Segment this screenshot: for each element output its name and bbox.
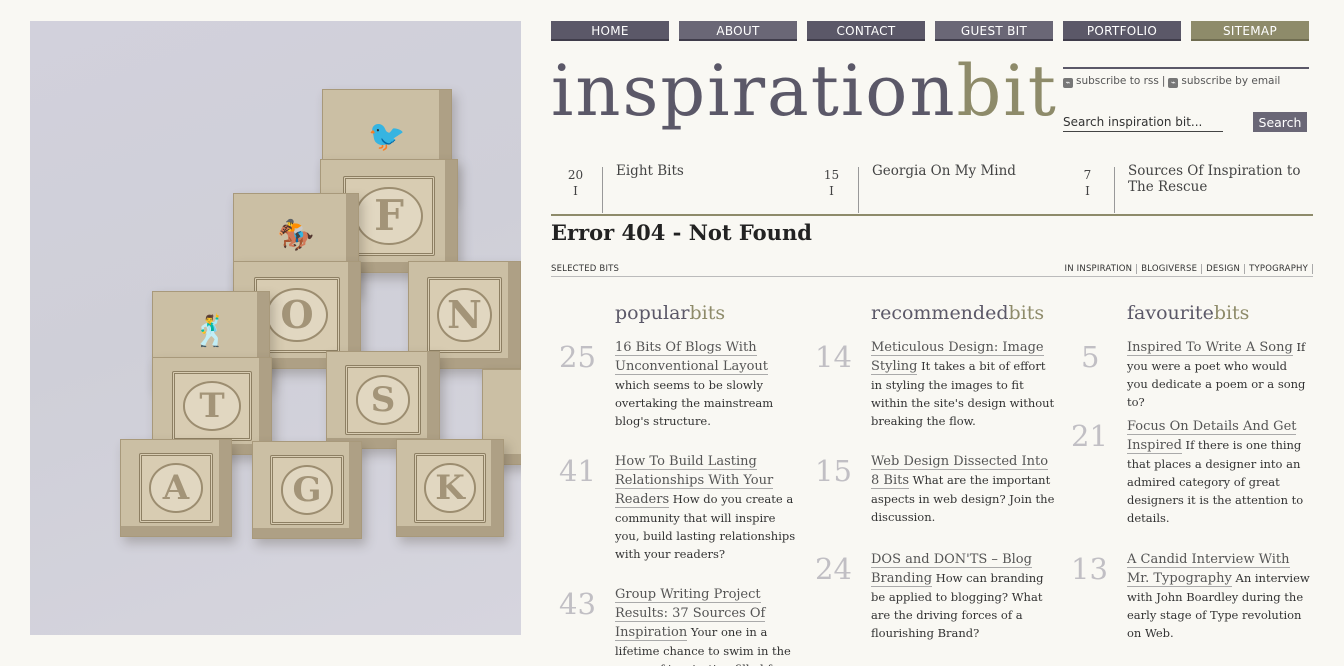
nav-about[interactable]: ABOUT [679, 21, 797, 41]
block-letter: K [424, 463, 476, 513]
selected-bits-bar: SELECTED BITS IN INSPIRATION BLOGIVERSE DE… [551, 262, 1313, 277]
featured-title[interactable]: Eight Bits [616, 163, 796, 179]
item-body: 16 Bits Of Blogs With Unconventional Lay… [615, 338, 799, 430]
item-link[interactable]: 16 Bits Of Blogs With Unconventional Lay… [615, 340, 768, 375]
category-link[interactable]: BLOGIVERSE [1137, 264, 1203, 274]
featured-date: 15 I [807, 167, 859, 213]
category-links: IN INSPIRATION BLOGIVERSE DESIGN TYPOGRAPHY [1064, 264, 1313, 274]
date-month: I [829, 184, 834, 198]
category-link[interactable]: TYPOGRAPHY [1245, 264, 1313, 274]
comment-count: 43 [559, 587, 596, 621]
item-body: A Candid Interview With Mr. Typography A… [1127, 550, 1311, 642]
search-button[interactable]: Search [1253, 112, 1307, 132]
comment-count: 21 [1071, 419, 1108, 453]
block-letter: T [183, 381, 241, 431]
hero-photo: 🐦 F 🏇 O N 🕺 T S A G K [30, 21, 521, 635]
selected-bits-label: SELECTED BITS [551, 264, 620, 274]
man-illustration-icon: 🕺 [192, 314, 230, 350]
nav-sitemap[interactable]: SITEMAP [1191, 21, 1309, 41]
featured-date: 20 I [551, 167, 603, 213]
block-letter: A [149, 463, 203, 513]
date-day: 7 [1083, 168, 1092, 182]
subscribe-bar: ⌁ subscribe to rss | ⌁ subscribe by email [1063, 67, 1309, 88]
photo-block-k: K [396, 439, 504, 537]
featured-title[interactable]: Georgia On My Mind [872, 163, 1052, 179]
comment-count: 13 [1071, 552, 1108, 586]
item-body: Focus On Details And Get Inspired If the… [1127, 417, 1311, 527]
comment-count: 41 [559, 454, 596, 488]
item-link[interactable]: Inspired To Write A Song [1127, 340, 1293, 356]
item-body: Web Design Dissected Into 8 Bits What ar… [871, 452, 1055, 526]
comment-count: 5 [1081, 340, 1100, 374]
subscribe-rss-link[interactable]: subscribe to rss [1076, 75, 1159, 87]
column-title: popularbits [615, 302, 726, 324]
rss-icon: ⌁ [1063, 78, 1073, 88]
subscribe-email-link[interactable]: subscribe by email [1181, 75, 1280, 87]
comment-count: 14 [815, 340, 852, 374]
item-body: How To Build Lasting Relationships With … [615, 452, 799, 563]
logo-main: inspiration [551, 50, 957, 132]
item-body: Meticulous Design: Image Styling It take… [871, 338, 1055, 430]
featured-date: 7I [1063, 167, 1115, 213]
comment-count: 25 [559, 340, 596, 374]
column-title: favouritebits [1127, 302, 1250, 324]
date-month: I [1085, 184, 1090, 198]
photo-block-s: S [326, 351, 440, 449]
featured-posts: 20 I Eight Bits 15 I Georgia On My Mind 7I… [551, 160, 1313, 216]
featured-item[interactable]: 7I Sources Of Inspiration to The Rescue [1063, 160, 1313, 213]
featured-title[interactable]: Sources Of Inspiration to The Rescue [1128, 163, 1308, 195]
category-link[interactable]: IN INSPIRATION [1064, 264, 1138, 274]
logo-accent: bit [956, 50, 1058, 132]
nav-guest-bit[interactable]: GUEST BIT [935, 21, 1053, 41]
item-body: Inspired To Write A Song If you were a p… [1127, 338, 1311, 411]
nav-home[interactable]: HOME [551, 21, 669, 41]
block-letter: S [355, 375, 411, 425]
nav-contact[interactable]: CONTACT [807, 21, 925, 41]
main-nav: HOME ABOUT CONTACT GUEST BIT PORTFOLIO S… [551, 21, 1309, 41]
category-link[interactable]: DESIGN [1202, 264, 1246, 274]
date-day: 20 [567, 168, 584, 182]
email-icon: ⌁ [1168, 78, 1179, 88]
block-letter: F [355, 186, 423, 246]
date-month: I [573, 184, 578, 198]
search-input[interactable] [1063, 112, 1223, 132]
block-letter: N [437, 287, 492, 343]
item-body: DOS and DON'TS – Blog Branding How can b… [871, 550, 1055, 642]
comment-count: 15 [815, 454, 852, 488]
block-letter: O [265, 287, 329, 343]
site-logo[interactable]: inspirationbit [551, 56, 1058, 126]
photo-block-a: A [120, 439, 232, 537]
featured-item[interactable]: 20 I Eight Bits [551, 160, 801, 213]
column-title: recommendedbits [871, 302, 1045, 324]
comment-count: 24 [815, 552, 852, 586]
block-letter: G [280, 465, 334, 515]
search-form: Search [1063, 112, 1307, 132]
page-title: Error 404 - Not Found [551, 220, 812, 245]
item-body: Group Writing Project Results: 37 Source… [615, 585, 799, 666]
photo-block-g: G [252, 441, 362, 539]
date-day: 15 [823, 168, 840, 182]
nav-portfolio[interactable]: PORTFOLIO [1063, 21, 1181, 41]
separator: | [1161, 75, 1166, 87]
item-desc: which seems to be slowly overtaking the … [615, 378, 774, 428]
featured-item[interactable]: 15 I Georgia On My Mind [807, 160, 1057, 213]
